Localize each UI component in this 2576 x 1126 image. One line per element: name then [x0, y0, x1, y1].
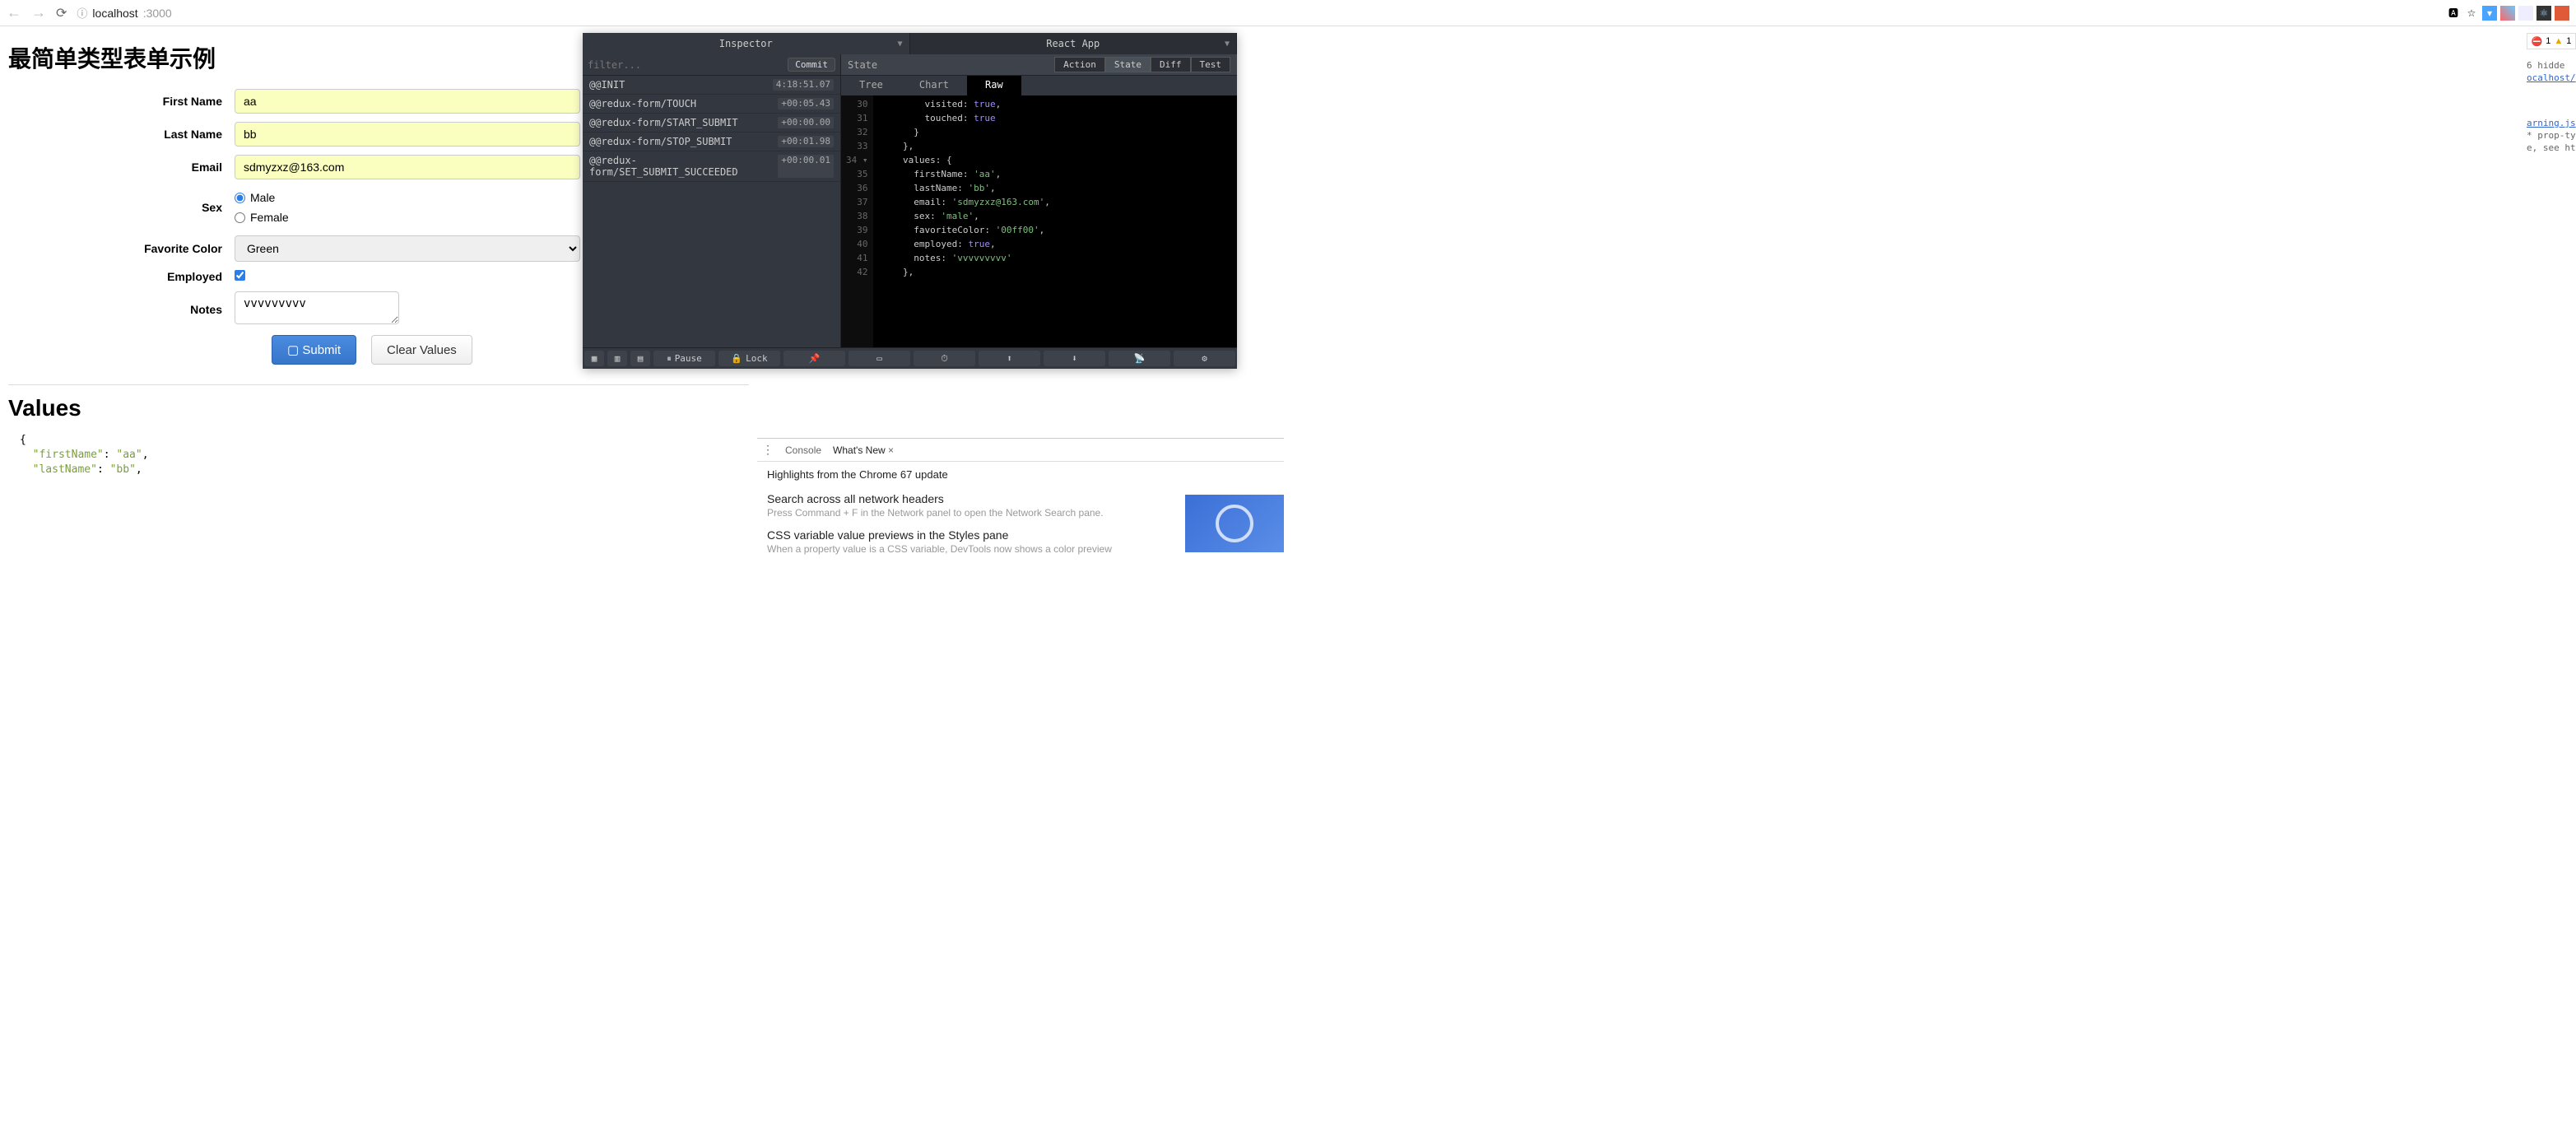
label-employed: Employed: [8, 270, 235, 283]
console-edge-text: 6 hidde ocalhost/ arning.js * prop-ty e,…: [2527, 59, 2576, 154]
input-email[interactable]: [235, 155, 580, 179]
state-btn-test[interactable]: Test: [1191, 57, 1231, 72]
divider: [8, 384, 749, 385]
error-icon: ⛔: [2532, 36, 2543, 47]
lock-button[interactable]: 🔒Lock: [718, 351, 780, 366]
filter-input[interactable]: [588, 59, 788, 71]
action-row[interactable]: @@redux-form/START_SUBMIT+00:00.00: [583, 114, 840, 133]
message-icon: ▭: [876, 353, 882, 364]
timer-icon: ⏱: [941, 353, 948, 365]
url-host: localhost: [92, 7, 137, 20]
radio-female-label: Female: [250, 211, 289, 224]
input-lastname[interactable]: [235, 122, 580, 147]
subtab-chart[interactable]: Chart: [901, 76, 967, 95]
extension-icon-3[interactable]: [2518, 6, 2533, 21]
nav-arrows: ← →: [7, 4, 46, 21]
toolbar-btn-1[interactable]: ▦: [584, 351, 604, 366]
chrome-devtools-drawer: ⋮ Console What's New × Highlights from t…: [757, 438, 1284, 571]
commit-button[interactable]: Commit: [788, 58, 835, 72]
toolbar-btn-remote[interactable]: 📡: [1109, 351, 1170, 366]
extension-icon-1[interactable]: ▾: [2482, 6, 2497, 21]
toolbar-btn-timer[interactable]: ⏱: [914, 351, 975, 366]
translate-icon[interactable]: 🅰: [2446, 6, 2461, 21]
state-raw-code[interactable]: 3031323334 ▾3536373839404142 visited: tr…: [841, 95, 1237, 347]
radio-male[interactable]: [235, 193, 245, 203]
browser-toolbar: ← → ⟳ ⓘ localhost :3000 🅰 ☆ ▾ ⚛: [0, 0, 2576, 26]
extension-icons: 🅰 ☆ ▾ ⚛: [2446, 6, 2569, 21]
whatsnew-thumbnail: [1185, 495, 1284, 552]
chevron-down-icon[interactable]: ▼: [1225, 40, 1230, 49]
lock-icon: 🔒: [731, 353, 742, 364]
pin-icon: 📌: [809, 353, 821, 364]
code-gutter: 3031323334 ▾3536373839404142: [841, 95, 873, 347]
redux-devtools: Inspector▼ React App▼ Commit @@INIT4:18:…: [583, 33, 1237, 369]
error-counter[interactable]: ⛔1 ▲1: [2527, 33, 2576, 49]
url-port: :3000: [143, 7, 172, 20]
radio-female[interactable]: [235, 212, 245, 223]
pause-button[interactable]: ⏸Pause: [653, 351, 715, 366]
site-info-icon[interactable]: ⓘ: [77, 5, 87, 21]
label-firstname: First Name: [8, 95, 235, 108]
subtab-raw[interactable]: Raw: [967, 76, 1021, 95]
label-email: Email: [8, 161, 235, 174]
textarea-notes[interactable]: vvvvvvvvv: [235, 291, 399, 324]
react-devtools-icon[interactable]: ⚛: [2536, 6, 2551, 21]
drawer-tab-whatsnew[interactable]: What's New ×: [833, 444, 894, 456]
submit-button[interactable]: ▢ Submit: [272, 335, 356, 365]
label-sex: Sex: [8, 201, 235, 214]
drawer-tab-console[interactable]: Console: [785, 444, 821, 456]
action-row[interactable]: @@INIT4:18:51.07: [583, 76, 840, 95]
state-label: State: [848, 59, 877, 71]
forward-icon[interactable]: →: [31, 4, 46, 21]
extension-icon-4[interactable]: [2555, 6, 2569, 21]
input-firstname[interactable]: [235, 89, 580, 114]
label-favcolor: Favorite Color: [8, 242, 235, 255]
radio-male-label: Male: [250, 191, 275, 204]
devtools-toolbar: ▦ ▥ ▤ ⏸Pause 🔒Lock 📌 ▭ ⏱ ⬆ ⬇ 📡 ⚙: [583, 347, 1237, 369]
reload-icon[interactable]: ⟳: [56, 5, 67, 21]
label-notes: Notes: [8, 303, 235, 316]
whatsnew-highlights: Highlights from the Chrome 67 update: [767, 468, 1274, 481]
gear-icon: ⚙: [1202, 353, 1207, 364]
chevron-down-icon[interactable]: ▼: [897, 40, 902, 49]
state-btn-state[interactable]: State: [1105, 57, 1151, 72]
checkbox-employed[interactable]: [235, 270, 245, 281]
antenna-icon: 📡: [1134, 353, 1146, 364]
bookmark-star-icon[interactable]: ☆: [2464, 6, 2479, 21]
action-row[interactable]: @@redux-form/TOUCH+00:05.43: [583, 95, 840, 114]
download-button[interactable]: ⬇: [1044, 351, 1105, 366]
extension-icon-2[interactable]: [2500, 6, 2515, 21]
clear-button[interactable]: Clear Values: [371, 335, 472, 365]
close-icon[interactable]: ×: [888, 444, 894, 456]
devtools-tab-inspector[interactable]: Inspector▼: [583, 33, 910, 54]
state-btn-action[interactable]: Action: [1054, 57, 1105, 72]
back-icon[interactable]: ←: [7, 4, 21, 21]
pause-icon: ⏸: [667, 353, 672, 365]
settings-button[interactable]: ⚙: [1174, 351, 1235, 366]
address-bar[interactable]: ⓘ localhost :3000: [77, 5, 2436, 21]
download-icon: ⬇: [1072, 353, 1077, 364]
values-heading: Values: [8, 395, 749, 421]
subtab-tree[interactable]: Tree: [841, 76, 901, 95]
toolbar-btn-msg[interactable]: ▭: [849, 351, 910, 366]
action-row[interactable]: @@redux-form/SET_SUBMIT_SUCCEEDED+00:00.…: [583, 151, 840, 182]
upload-button[interactable]: ⬆: [979, 351, 1040, 366]
devtools-tab-reactapp[interactable]: React App▼: [910, 33, 1238, 54]
label-lastname: Last Name: [8, 128, 235, 141]
toolbar-btn-2[interactable]: ▥: [607, 351, 627, 366]
values-json: { "firstName": "aa", "lastName": "bb",: [8, 433, 749, 478]
action-row[interactable]: @@redux-form/STOP_SUBMIT+00:01.98: [583, 133, 840, 151]
toolbar-btn-3[interactable]: ▤: [630, 351, 650, 366]
devtools-action-list: Commit @@INIT4:18:51.07 @@redux-form/TOU…: [583, 54, 841, 347]
code-source: visited: true, touched: true } }, values…: [873, 95, 1058, 347]
upload-icon: ⬆: [1007, 353, 1012, 364]
pin-button[interactable]: 📌: [783, 351, 845, 366]
select-favcolor[interactable]: Green: [235, 235, 580, 262]
warning-icon: ▲: [2554, 36, 2563, 46]
more-icon[interactable]: ⋮: [762, 443, 774, 457]
state-btn-diff[interactable]: Diff: [1151, 57, 1191, 72]
